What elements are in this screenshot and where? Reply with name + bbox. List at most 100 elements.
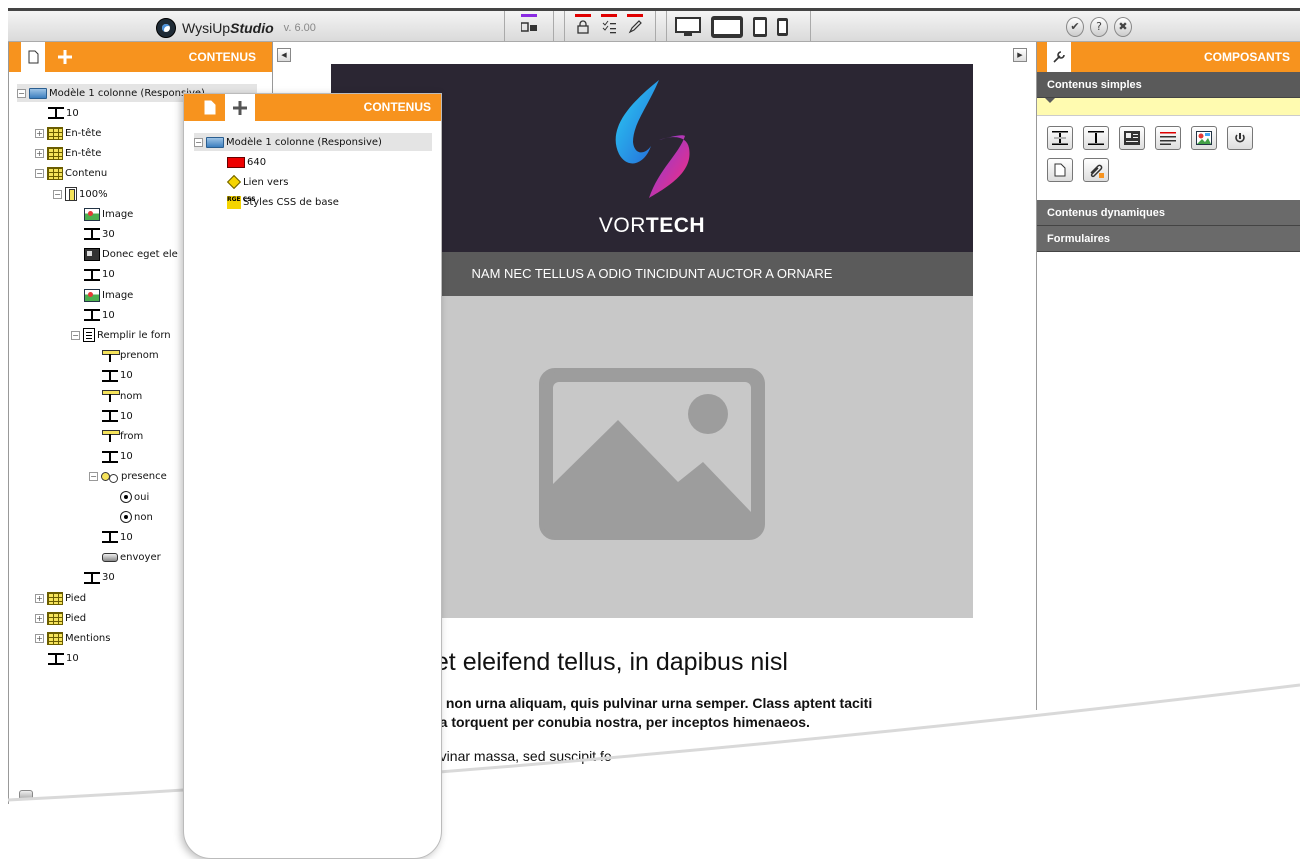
top-toolbar: WysiUpStudio v. 6.00 ✔ ? ✖	[8, 8, 1300, 42]
tree-item-label: Donec eget ele	[102, 249, 178, 261]
spacer-icon	[102, 531, 118, 543]
tree-item[interactable]: + En-tête	[35, 145, 101, 163]
phone-icon	[777, 17, 788, 36]
expand-icon[interactable]: +	[35, 149, 44, 159]
tree-item[interactable]: envoyer	[89, 549, 161, 567]
collapse-icon[interactable]: −	[71, 330, 80, 340]
device-preview-group	[666, 11, 811, 42]
tab-page[interactable]	[197, 94, 223, 121]
tree-item[interactable]: − Remplir le forn	[71, 326, 171, 344]
collapse-icon[interactable]: −	[53, 189, 62, 199]
tree-item-label: Styles CSS de base	[243, 196, 339, 208]
tree-item-label: Modèle 1 colonne (Responsive)	[49, 87, 205, 99]
red-block-icon	[227, 156, 245, 168]
collapse-icon[interactable]: −	[194, 137, 203, 147]
tree-item[interactable]: from	[89, 427, 143, 445]
close-button[interactable]: ✖	[1114, 16, 1132, 37]
collapse-right-button[interactable]: ▶	[1013, 48, 1027, 62]
tree-item[interactable]: Image	[71, 205, 133, 223]
image-component[interactable]	[1191, 126, 1217, 150]
tree-item[interactable]: 640	[214, 153, 266, 171]
link-component[interactable]	[1227, 126, 1253, 150]
attachment-component[interactable]	[1083, 158, 1109, 182]
palette-spacer	[1037, 182, 1277, 200]
expand-icon[interactable]: +	[35, 128, 44, 138]
section-simple-contents[interactable]: Contenus simples	[1037, 72, 1300, 98]
tree-item-label: prenom	[120, 350, 159, 362]
tab-components[interactable]	[1047, 42, 1071, 72]
section-forms[interactable]: Formulaires	[1037, 226, 1300, 252]
tab-add[interactable]	[225, 94, 255, 121]
tree-item-label: 30	[102, 572, 115, 584]
spacer-icon	[84, 268, 100, 281]
tablet-icon	[711, 15, 743, 38]
tree-item[interactable]: 10	[89, 528, 133, 546]
help-button[interactable]: ?	[1090, 16, 1108, 37]
tree-item[interactable]: + Mentions	[35, 629, 110, 647]
collapse-left-button[interactable]: ◀	[277, 48, 291, 62]
text-component[interactable]	[1155, 126, 1181, 150]
spacer-icon	[48, 652, 64, 665]
tree-item[interactable]: + En-tête	[35, 124, 101, 142]
tree-item[interactable]: 10	[35, 650, 79, 668]
email-heading: get eleifend tellus, in dapibus nisl	[421, 648, 788, 676]
checklist-button[interactable]	[599, 13, 619, 37]
link-icon	[1235, 133, 1245, 143]
tab-add[interactable]	[53, 42, 77, 72]
tree-item[interactable]: Lien vers	[214, 173, 288, 191]
app-logo: WysiUpStudio v. 6.00	[156, 17, 316, 39]
collapse-icon[interactable]: −	[35, 169, 44, 179]
plus-icon	[58, 50, 72, 64]
tree-item[interactable]: 10	[71, 306, 115, 324]
tree-item[interactable]: RGE CSS Styles CSS de base	[214, 193, 339, 211]
edit-button[interactable]	[625, 13, 645, 37]
tree-item[interactable]: + Pied	[35, 589, 86, 607]
spacer-icon	[1088, 131, 1104, 145]
tree-item[interactable]: 10	[71, 266, 115, 284]
page-component[interactable]	[1047, 158, 1073, 182]
tab-page[interactable]	[21, 42, 45, 72]
arrow-left-icon: ◀	[281, 51, 287, 59]
tree-item[interactable]: Image	[71, 286, 133, 304]
desktop-view-button[interactable]	[675, 16, 701, 38]
collapse-icon[interactable]: −	[17, 88, 26, 98]
tree-item[interactable]: 30	[71, 225, 115, 243]
validate-button[interactable]: ✔	[1066, 16, 1084, 37]
phone-view-button[interactable]	[777, 16, 788, 38]
tree-item[interactable]: + Pied	[35, 609, 86, 627]
tablet-view-button[interactable]	[711, 15, 743, 38]
tree-item-label: 10	[66, 107, 79, 119]
tree-item[interactable]: prenom	[89, 347, 159, 365]
radio-icon	[120, 491, 132, 503]
tree-item[interactable]: − presence	[89, 468, 167, 486]
lock-button[interactable]	[573, 13, 593, 37]
expand-icon[interactable]: +	[35, 633, 44, 643]
tree-item[interactable]: − Modèle 1 colonne (Responsive)	[194, 133, 432, 151]
expand-icon[interactable]: +	[35, 613, 44, 623]
tree-item[interactable]: 10	[35, 104, 79, 122]
tree-item[interactable]: 30	[71, 569, 115, 587]
tree-item[interactable]: − Contenu	[35, 165, 107, 183]
expand-icon[interactable]: +	[35, 593, 44, 603]
tree-item[interactable]: Donec eget ele	[71, 246, 178, 264]
spacer-double-component[interactable]	[1047, 126, 1073, 150]
tablet-portrait-view-button[interactable]	[753, 16, 767, 38]
input-icon	[102, 349, 120, 362]
section-dynamic-contents[interactable]: Contenus dynamiques	[1037, 200, 1300, 226]
tree-item-label: Remplir le forn	[97, 329, 171, 341]
tree-item[interactable]: nom	[89, 387, 142, 405]
tree-item-label: En-tête	[65, 127, 102, 139]
collapse-icon[interactable]: −	[89, 472, 98, 482]
text-image-component[interactable]	[1119, 126, 1145, 150]
preview-button[interactable]	[519, 13, 539, 37]
close-icon: ✖	[1118, 20, 1128, 33]
tree-item[interactable]: 10	[89, 407, 133, 425]
spacer-component[interactable]	[1083, 126, 1109, 150]
active-marker	[601, 13, 617, 17]
tree-item[interactable]: non	[107, 508, 153, 526]
tree-item[interactable]: oui	[107, 488, 149, 506]
tree-item[interactable]: − 100%	[53, 185, 108, 203]
input-icon	[102, 430, 120, 443]
tree-item[interactable]: 10	[89, 367, 133, 385]
tree-item[interactable]: 10	[89, 448, 133, 466]
